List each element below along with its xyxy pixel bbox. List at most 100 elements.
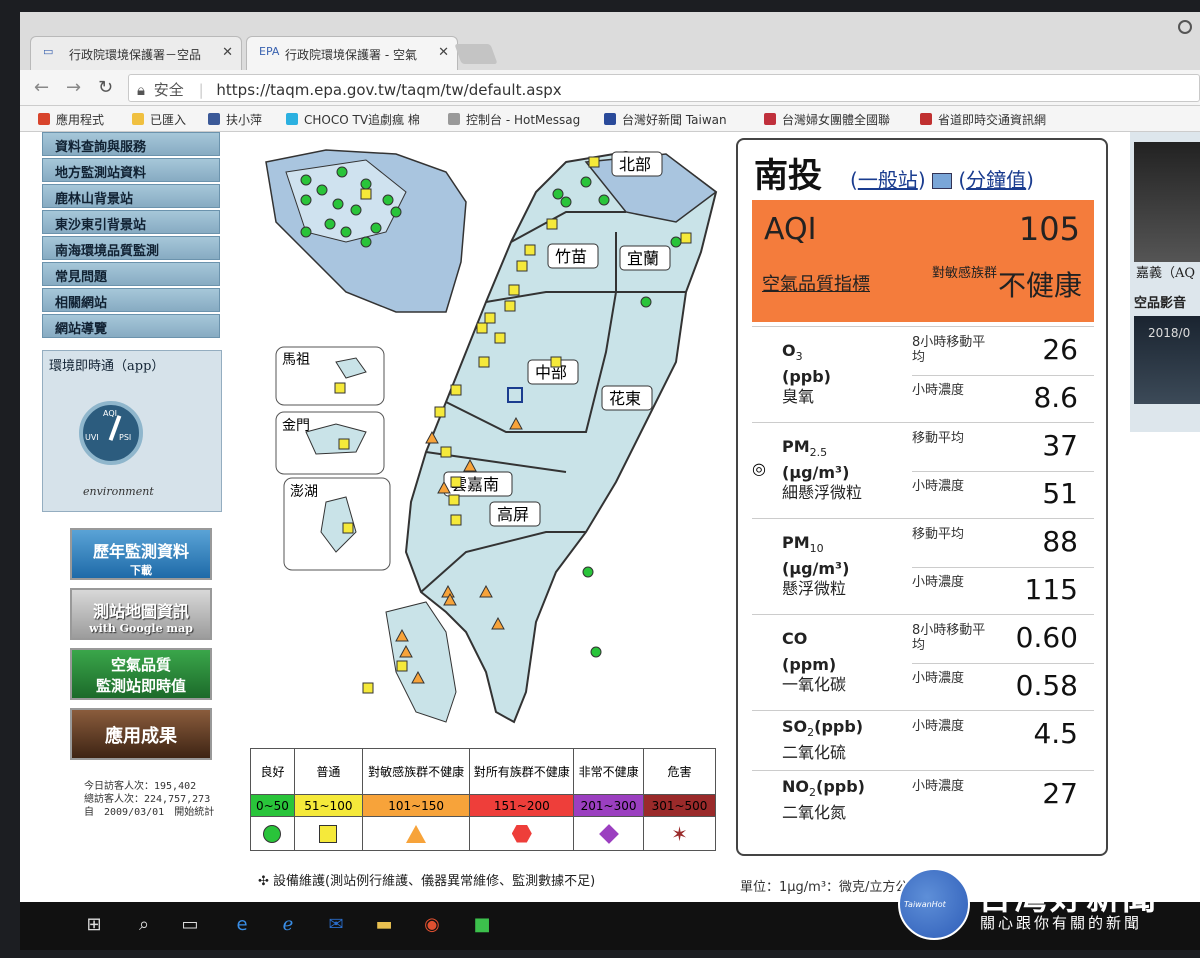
station-marker-moderate[interactable] bbox=[450, 476, 462, 488]
station-marker-good[interactable] bbox=[336, 166, 348, 178]
bookmark-item[interactable]: 應用程式 bbox=[38, 111, 104, 128]
station-marker-moderate[interactable] bbox=[478, 356, 490, 368]
station-marker-moderate[interactable] bbox=[516, 260, 528, 272]
bookmark-item[interactable]: 控制台 - HotMessag bbox=[448, 111, 580, 128]
region-label-6[interactable]: 高屏 bbox=[497, 505, 529, 524]
bookmark-item[interactable]: 省道即時交通資訊網 bbox=[920, 111, 1046, 128]
reload-icon[interactable]: ↻ bbox=[98, 77, 113, 98]
station-marker-good[interactable] bbox=[300, 194, 312, 206]
station-marker-good[interactable] bbox=[582, 566, 594, 578]
station-marker-good[interactable] bbox=[382, 194, 394, 206]
station-marker-good[interactable] bbox=[580, 176, 592, 188]
account-icon[interactable] bbox=[1178, 20, 1192, 34]
general-station-link[interactable]: 一般站 bbox=[858, 168, 918, 192]
chart-icon[interactable] bbox=[931, 173, 952, 189]
chrome-icon[interactable]: ◉ bbox=[420, 914, 444, 936]
minute-value-link[interactable]: 分鐘值 bbox=[966, 168, 1026, 192]
selected-radio-icon[interactable]: ◎ bbox=[752, 459, 766, 478]
realtime-button[interactable]: 空氣品質 監測站即時值 bbox=[70, 648, 212, 700]
station-marker-moderate[interactable] bbox=[546, 218, 558, 230]
station-marker-moderate[interactable] bbox=[396, 660, 408, 672]
station-marker-good[interactable] bbox=[590, 646, 602, 658]
pollutant-chinese-name: 二氧化氮 bbox=[782, 803, 847, 823]
station-marker-moderate[interactable] bbox=[680, 232, 692, 244]
close-tab-icon[interactable]: ✕ bbox=[222, 45, 233, 60]
bookmark-item[interactable]: 已匯入 bbox=[132, 111, 186, 128]
outlook-icon[interactable]: ✉ bbox=[324, 914, 348, 936]
sidebar-item[interactable]: 常見問題 bbox=[42, 262, 220, 286]
station-marker-moderate[interactable] bbox=[484, 312, 496, 324]
region-label-1[interactable]: 竹苗 bbox=[555, 247, 587, 266]
station-marker-moderate[interactable] bbox=[508, 284, 520, 296]
night-photo[interactable] bbox=[1134, 142, 1200, 262]
station-marker-moderate[interactable] bbox=[588, 156, 600, 168]
sidebar-item[interactable]: 鹿林山背景站 bbox=[42, 184, 220, 208]
search-icon[interactable]: ⌕ bbox=[132, 914, 156, 936]
region-label-4[interactable]: 花東 bbox=[609, 389, 641, 408]
edge-icon[interactable]: e bbox=[230, 914, 254, 936]
station-marker-moderate[interactable] bbox=[494, 332, 506, 344]
station-marker-moderate[interactable] bbox=[504, 300, 516, 312]
station-marker-moderate[interactable] bbox=[362, 682, 374, 694]
new-tab-button[interactable] bbox=[454, 44, 498, 64]
station-marker-moderate[interactable] bbox=[476, 322, 488, 334]
sidebar-item[interactable]: 資料查詢與服務 bbox=[42, 132, 220, 156]
station-marker-moderate[interactable] bbox=[440, 446, 452, 458]
station-marker-good[interactable] bbox=[340, 226, 352, 238]
bookmark-item[interactable]: 台灣好新聞 Taiwan bbox=[604, 111, 727, 128]
station-marker-good[interactable] bbox=[360, 178, 372, 190]
station-marker-moderate[interactable] bbox=[334, 382, 346, 394]
station-marker-good[interactable] bbox=[390, 206, 402, 218]
app-promo[interactable]: 環境即時通（app） AQI UVI PSI environment bbox=[42, 350, 222, 512]
close-tab-icon[interactable]: ✕ bbox=[438, 45, 449, 60]
station-marker-good[interactable] bbox=[598, 194, 610, 206]
windows-start-icon[interactable]: ⊞ bbox=[82, 914, 106, 936]
station-marker-moderate[interactable] bbox=[342, 522, 354, 534]
history-data-button[interactable]: 歷年監測資料 下載 bbox=[70, 528, 212, 580]
results-button[interactable]: 應用成果 bbox=[70, 708, 212, 760]
station-marker-moderate[interactable] bbox=[450, 514, 462, 526]
task-view-icon[interactable]: ▭ bbox=[178, 914, 202, 936]
video-thumbnail[interactable]: 2018/0 bbox=[1134, 316, 1200, 404]
ie-icon[interactable]: ℯ bbox=[276, 914, 300, 936]
station-marker-good[interactable] bbox=[332, 198, 344, 210]
station-marker-good[interactable] bbox=[670, 236, 682, 248]
aqi-index-link[interactable]: 空氣品質指標 bbox=[762, 270, 870, 296]
tab-1[interactable]: ▭ 行政院環境保護署－空品 ✕ bbox=[30, 36, 242, 70]
station-marker-good[interactable] bbox=[552, 188, 564, 200]
station-marker-good[interactable] bbox=[640, 296, 652, 308]
station-marker-good[interactable] bbox=[350, 204, 362, 216]
back-icon[interactable]: ← bbox=[34, 77, 49, 98]
line-app-icon[interactable]: ■ bbox=[470, 914, 494, 936]
station-marker-moderate[interactable] bbox=[448, 494, 460, 506]
station-marker-moderate[interactable] bbox=[338, 438, 350, 450]
bookmark-item[interactable]: 台灣婦女團體全國聯 bbox=[764, 111, 890, 128]
address-bar[interactable]: 🔒︎ 安全 | https://taqm.epa.gov.tw/taqm/tw/… bbox=[128, 74, 1200, 102]
region-label-0[interactable]: 北部 bbox=[619, 155, 651, 174]
tab-2[interactable]: EPA 行政院環境保護署 - 空氣 ✕ bbox=[246, 36, 458, 70]
station-marker-good[interactable] bbox=[360, 236, 372, 248]
station-map-button[interactable]: 測站地圖資訊 with Google map bbox=[70, 588, 212, 640]
taiwan-aqi-map[interactable]: 北部竹苗 宜蘭中部花東雲嘉南高屏馬祖金門澎湖 bbox=[246, 132, 740, 742]
sidebar-item[interactable]: 東沙東引背景站 bbox=[42, 210, 220, 234]
station-marker-good[interactable] bbox=[324, 218, 336, 230]
station-marker-good[interactable] bbox=[370, 222, 382, 234]
file-explorer-icon[interactable]: ▬ bbox=[372, 914, 396, 936]
station-marker-moderate[interactable] bbox=[450, 384, 462, 396]
station-marker-moderate[interactable] bbox=[360, 188, 372, 200]
station-marker-moderate[interactable] bbox=[550, 356, 562, 368]
station-marker-good[interactable] bbox=[300, 174, 312, 186]
bookmark-item[interactable]: 扶小萍 bbox=[208, 111, 262, 128]
sidebar-item[interactable]: 相關網站 bbox=[42, 288, 220, 312]
station-marker-good[interactable] bbox=[316, 184, 328, 196]
sidebar-item[interactable]: 網站導覽 bbox=[42, 314, 220, 338]
station-marker-good[interactable] bbox=[560, 196, 572, 208]
bookmark-item[interactable]: CHOCO TV追劇瘋 棉 bbox=[286, 111, 420, 128]
station-marker-moderate[interactable] bbox=[524, 244, 536, 256]
sidebar-item[interactable]: 南海環境品質監測 bbox=[42, 236, 220, 260]
forward-icon[interactable]: → bbox=[66, 77, 81, 98]
station-marker-good[interactable] bbox=[300, 226, 312, 238]
sidebar-item[interactable]: 地方監測站資料 bbox=[42, 158, 220, 182]
station-marker-moderate[interactable] bbox=[434, 406, 446, 418]
region-label-2[interactable]: 宜蘭 bbox=[627, 249, 659, 268]
